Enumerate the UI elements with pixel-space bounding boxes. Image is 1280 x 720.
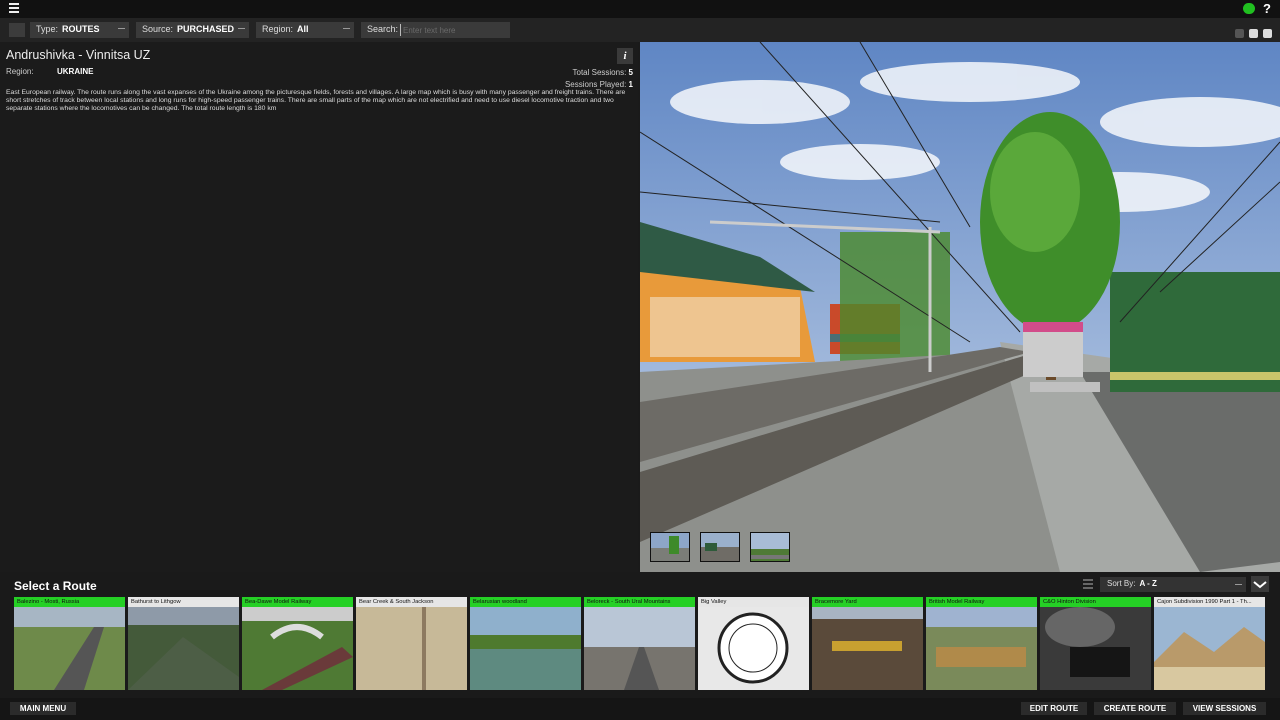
route-card-label: Belarusian woodland — [470, 597, 581, 607]
chat-status-icon[interactable] — [1243, 3, 1255, 14]
route-title: Andrushivka - Vinnitsa UZ — [6, 48, 151, 62]
info-button[interactable]: i — [617, 48, 633, 64]
train-icon[interactable] — [1249, 29, 1258, 38]
sessions-played-label: Sessions Played: — [564, 80, 627, 89]
list-view-icon[interactable] — [1083, 579, 1093, 589]
route-card-image — [14, 607, 125, 690]
route-card[interactable]: Bracemore Yard — [812, 597, 923, 690]
sort-label: Sort By: — [1107, 579, 1136, 588]
thumbnail-image — [751, 533, 789, 561]
select-route-title: Select a Route — [14, 579, 97, 593]
route-card-image — [470, 607, 581, 690]
route-card[interactable]: Beloreck - South Ural Mountains — [584, 597, 695, 690]
route-card-label: C&O Hinton Division — [1040, 597, 1151, 607]
sort-value: A - Z — [1139, 579, 1157, 588]
filter-bar: Type: ROUTES Source: PURCHASED Region: All … — [0, 18, 1280, 42]
route-card[interactable]: Bathurst to Lithgow — [128, 597, 239, 690]
route-card-label: Bea-Dawe Model Railway — [242, 597, 353, 607]
route-card-label: Bathurst to Lithgow — [128, 597, 239, 607]
route-card[interactable]: British Model Railway — [926, 597, 1037, 690]
type-dropdown[interactable]: Type: ROUTES — [30, 22, 129, 38]
region-label: Region: — [6, 67, 34, 76]
route-card-label: Bracemore Yard — [812, 597, 923, 607]
route-card-image — [584, 607, 695, 690]
route-card[interactable]: Bea-Dawe Model Railway — [242, 597, 353, 690]
chevron-down-icon — [1253, 581, 1267, 589]
route-card-label: Balezino - Mosti, Russia — [14, 597, 125, 607]
source-label: Source: — [142, 24, 174, 34]
bottom-bar: MAIN MENU EDIT ROUTE CREATE ROUTE VIEW S… — [0, 698, 1280, 720]
search-label: Search: — [367, 24, 399, 34]
route-card[interactable]: Big Valley — [698, 597, 809, 690]
source-value: PURCHASED — [177, 24, 235, 34]
top-bar: ? — [0, 0, 1280, 18]
total-sessions-value: 5 — [628, 68, 633, 77]
sessions-played-value: 1 — [628, 80, 633, 89]
create-route-button[interactable]: CREATE ROUTE — [1094, 702, 1176, 715]
edit-route-button[interactable]: EDIT ROUTE — [1021, 702, 1087, 715]
region-label: Region: — [262, 24, 294, 34]
route-card-image — [926, 607, 1037, 690]
route-card[interactable]: Cajon Subdivision 1990 Part 1 - Th... — [1154, 597, 1265, 690]
collapse-list-button[interactable] — [1251, 576, 1269, 592]
region-value: All — [297, 24, 309, 34]
route-card[interactable]: C&O Hinton Division — [1040, 597, 1151, 690]
route-card[interactable]: Belarusian woodland — [470, 597, 581, 690]
type-label: Type: — [36, 24, 59, 34]
thumbnail-image — [651, 533, 689, 561]
region-value: UKRAINE — [57, 67, 94, 76]
route-card-label: Bear Creek & South Jackson — [356, 597, 467, 607]
region-dropdown[interactable]: Region: All — [256, 22, 354, 38]
route-preview-image — [640, 42, 1280, 572]
source-dropdown[interactable]: Source: PURCHASED — [136, 22, 249, 38]
chevron-down-icon — [1235, 582, 1242, 585]
preview-thumbnail[interactable] — [750, 532, 790, 562]
help-icon[interactable]: ? — [1263, 1, 1271, 16]
preview-thumbnail[interactable] — [700, 532, 740, 562]
thumbnail-image — [701, 533, 739, 561]
route-card-image — [1154, 607, 1265, 690]
route-card[interactable]: Balezino - Mosti, Russia — [14, 597, 125, 690]
route-card-label: Beloreck - South Ural Mountains — [584, 597, 695, 607]
route-card-logo — [698, 607, 809, 690]
total-sessions-label: Total Sessions: — [572, 68, 627, 77]
main-menu-button[interactable]: MAIN MENU — [10, 702, 76, 715]
route-card-label: British Model Railway — [926, 597, 1037, 607]
route-card-image — [356, 607, 467, 690]
route-card-label: Big Valley — [698, 597, 809, 607]
hamburger-menu-icon[interactable] — [9, 3, 19, 13]
preview-thumbnail[interactable] — [650, 532, 690, 562]
chat-bubble-icon[interactable] — [1235, 29, 1244, 38]
route-description: East European railway. The route runs al… — [6, 89, 626, 112]
select-all-checkbox[interactable] — [9, 23, 25, 37]
route-card-image — [1040, 607, 1151, 690]
driver-icon[interactable] — [1263, 29, 1272, 38]
sort-dropdown[interactable]: Sort By: A - Z — [1100, 577, 1246, 592]
view-sessions-button[interactable]: VIEW SESSIONS — [1183, 702, 1266, 715]
route-card-image — [242, 607, 353, 690]
chevron-down-icon — [118, 26, 125, 29]
route-card-label: Cajon Subdivision 1990 Part 1 - Th... — [1154, 597, 1265, 607]
station-scene-image — [640, 42, 1280, 572]
session-stats: Total Sessions: 5 Sessions Played: 1 — [565, 67, 633, 91]
route-info-panel: Andrushivka - Vinnitsa UZ i Region: UKRA… — [0, 42, 638, 572]
type-value: ROUTES — [62, 24, 100, 34]
chevron-down-icon — [238, 26, 245, 29]
route-card-image — [812, 607, 923, 690]
search-input[interactable] — [400, 24, 506, 36]
view-toggle-group — [1230, 25, 1272, 43]
chevron-down-icon — [343, 26, 350, 29]
route-card-image — [128, 607, 239, 690]
route-card[interactable]: Bear Creek & South Jackson — [356, 597, 467, 690]
